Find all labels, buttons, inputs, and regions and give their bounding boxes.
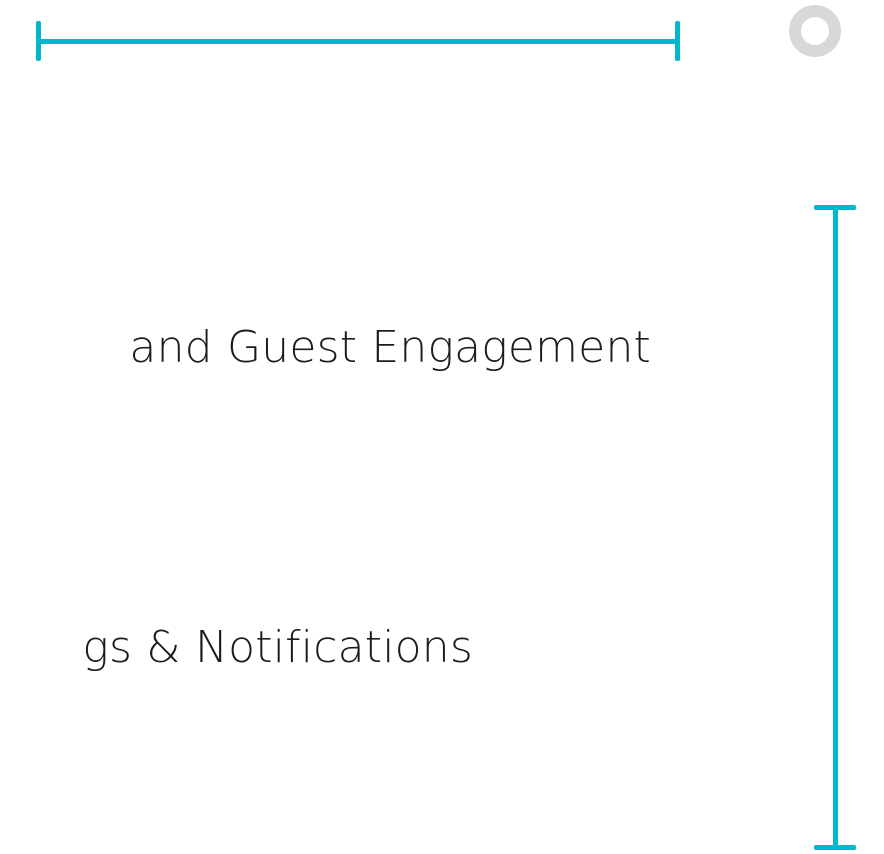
guest-engagement-label: and Guest Engagement xyxy=(129,322,651,373)
notifications-label: gs & Notifications xyxy=(82,622,473,673)
dimension-cap-right xyxy=(675,21,680,61)
horizontal-dimension-line xyxy=(36,21,680,61)
ring-icon xyxy=(789,5,841,57)
dimension-bar-horizontal xyxy=(36,39,680,44)
dimension-cap-bottom xyxy=(814,845,856,850)
dimension-bar-vertical xyxy=(833,205,838,850)
vertical-dimension-line xyxy=(814,205,856,850)
